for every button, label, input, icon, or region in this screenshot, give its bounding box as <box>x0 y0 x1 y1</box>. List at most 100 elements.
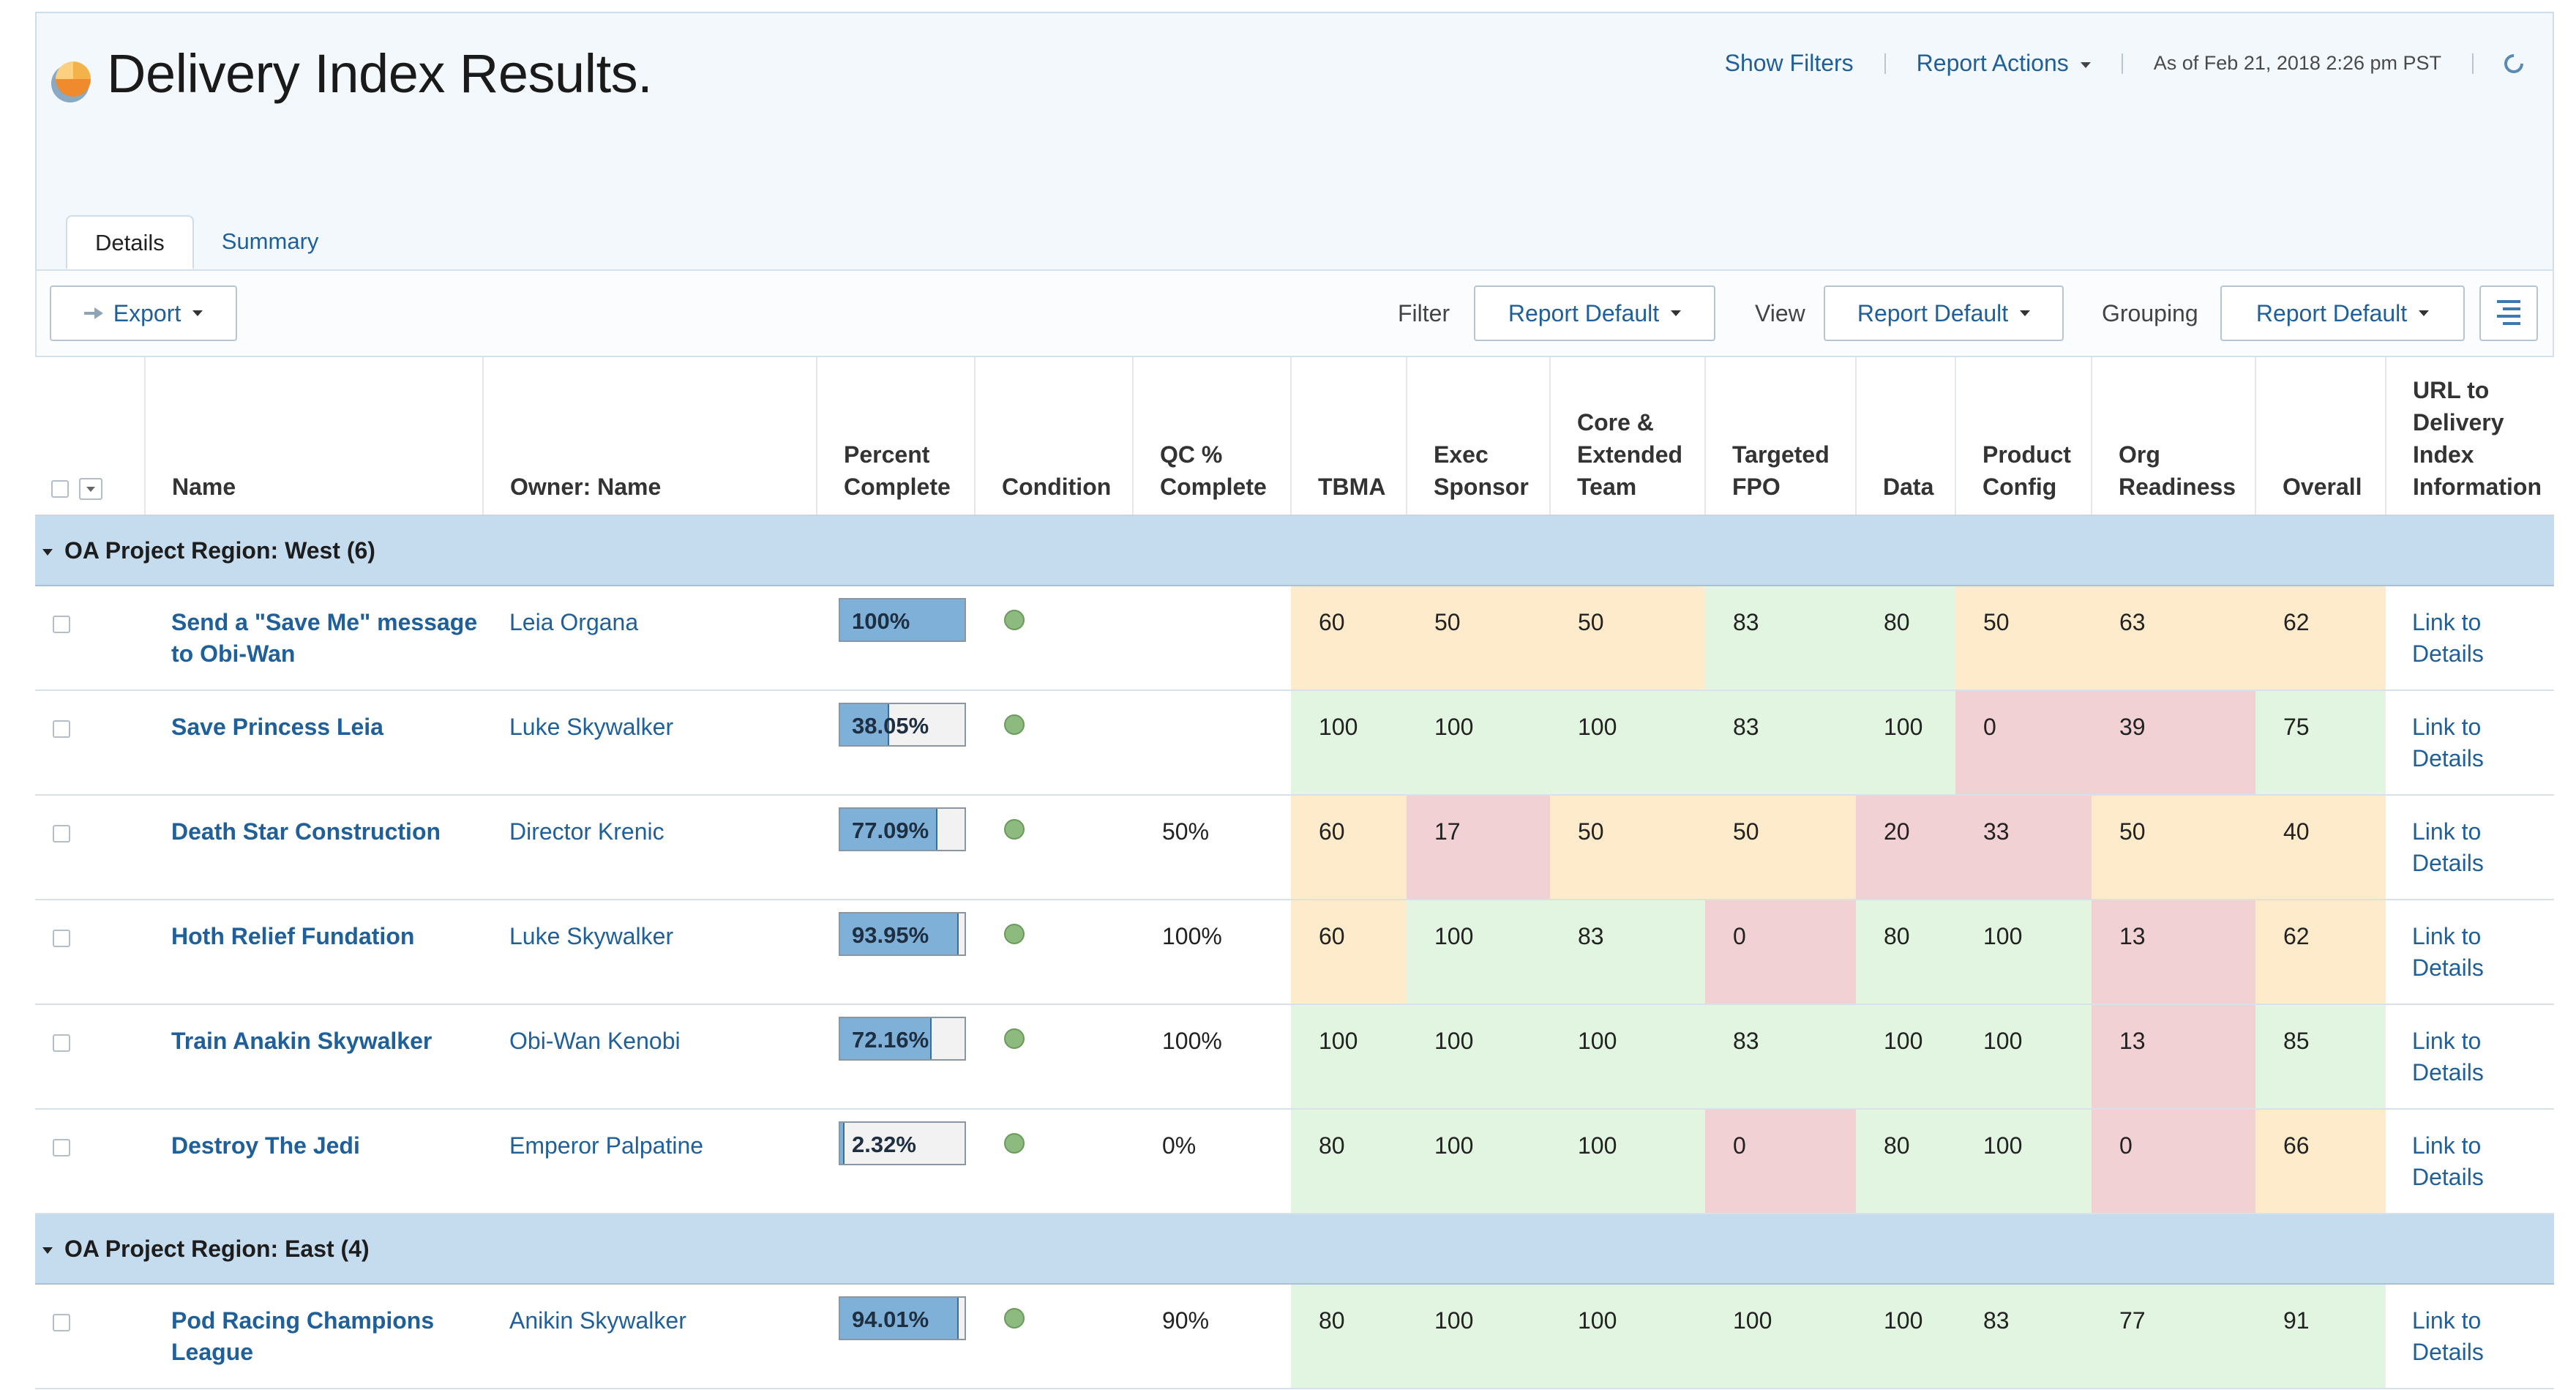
score-value: 50 <box>1434 609 1461 635</box>
col-header-core-team[interactable]: Core & Extended Team <box>1549 357 1705 516</box>
score-value: 80 <box>1319 1307 1345 1334</box>
score-value: 100 <box>1578 714 1617 740</box>
collapse-toggle-icon[interactable] <box>42 1247 53 1254</box>
grouping-select[interactable]: Report Default <box>2220 285 2465 341</box>
col-header-org-readiness[interactable]: Org Readiness <box>2091 357 2255 516</box>
project-name-link[interactable]: Pod Racing Champions League <box>171 1307 434 1365</box>
report-actions-menu[interactable]: Report Actions <box>1917 50 2091 77</box>
score-value: 100 <box>1434 1132 1474 1159</box>
table-row[interactable]: Destroy The Jedi Emperor Palpatine 2.32% 0%… <box>35 1109 2554 1214</box>
percent-cell: 100% <box>817 586 975 691</box>
row-checkbox[interactable] <box>53 1034 70 1052</box>
details-link[interactable]: Link to Details <box>2412 923 2484 981</box>
score-cell-product: 83 <box>1955 1284 2092 1389</box>
title-area: Delivery Index Results. <box>51 42 653 105</box>
chevron-down-icon <box>192 310 203 316</box>
col-header-owner[interactable]: Owner: Name <box>482 357 817 516</box>
score-value: 0 <box>1733 1132 1746 1159</box>
score-value: 100 <box>1434 1307 1474 1334</box>
row-checkbox[interactable] <box>53 615 70 633</box>
details-link[interactable]: Link to Details <box>2412 1028 2484 1086</box>
project-name-link[interactable]: Death Star Construction <box>171 818 441 845</box>
col-header-overall[interactable]: Overall <box>2255 357 2386 516</box>
select-all-checkbox[interactable] <box>51 479 69 498</box>
project-name-link[interactable]: Train Anakin Skywalker <box>171 1028 432 1054</box>
score-cell-data: 80 <box>1856 1109 1955 1214</box>
group-header-cell[interactable]: OA Project Region: West (6) <box>35 515 2554 586</box>
tab-details[interactable]: Details <box>66 215 194 269</box>
details-link[interactable]: Link to Details <box>2412 609 2484 667</box>
select-cell <box>35 1109 145 1214</box>
table-row[interactable]: Train Anakin Skywalker Obi-Wan Kenobi 72.1… <box>35 1004 2554 1110</box>
row-checkbox[interactable] <box>53 824 70 842</box>
row-checkbox[interactable] <box>53 1313 70 1331</box>
owner-link[interactable]: Anikin Skywalker <box>509 1307 686 1334</box>
score-cell-overall: 75 <box>2255 690 2386 796</box>
url-cell: Link to Details <box>2386 900 2554 1005</box>
score-value: 39 <box>2119 714 2146 740</box>
show-filters-link[interactable]: Show Filters <box>1725 50 1854 77</box>
url-cell: Link to Details <box>2386 586 2554 691</box>
col-header-product-config[interactable]: Product Config <box>1955 357 2092 516</box>
name-cell: Save Princess Leia <box>145 690 483 796</box>
project-name-link[interactable]: Hoth Relief Fundation <box>171 923 414 949</box>
score-cell-core: 100 <box>1550 690 1705 796</box>
divider <box>2472 53 2474 74</box>
collapse-toggle-icon[interactable] <box>42 548 53 556</box>
group-header-row[interactable]: OA Project Region: East (4) <box>35 1213 2554 1285</box>
col-header-name[interactable]: Name <box>144 357 483 516</box>
score-cell-tbma: 60 <box>1291 795 1407 900</box>
qc-cell <box>1133 690 1291 796</box>
col-header-percent-complete[interactable]: Percent Complete <box>816 357 975 516</box>
col-header-condition[interactable]: Condition <box>974 357 1133 516</box>
export-arrow-icon <box>83 307 103 319</box>
view-select[interactable]: Report Default <box>1824 285 2064 341</box>
col-header-qc-complete[interactable]: QC % Complete <box>1132 357 1291 516</box>
owner-link[interactable]: Luke Skywalker <box>509 923 673 949</box>
select-menu-button[interactable] <box>79 477 102 500</box>
qc-value: 50% <box>1162 818 1210 845</box>
table-row[interactable]: Save Princess Leia Luke Skywalker 38.05% 10… <box>35 690 2554 796</box>
score-cell-overall: 62 <box>2255 586 2386 691</box>
details-link[interactable]: Link to Details <box>2412 818 2484 876</box>
row-checkbox[interactable] <box>53 720 70 738</box>
owner-link[interactable]: Obi-Wan Kenobi <box>509 1028 681 1054</box>
project-name-link[interactable]: Destroy The Jedi <box>171 1132 360 1159</box>
refresh-icon[interactable] <box>2500 50 2528 77</box>
score-value: 83 <box>1983 1307 2010 1334</box>
details-link[interactable]: Link to Details <box>2412 1307 2484 1365</box>
table-row[interactable]: Death Star Construction Director Krenic 77… <box>35 795 2554 900</box>
score-value: 100 <box>1434 714 1474 740</box>
score-value: 0 <box>1733 923 1746 949</box>
export-button[interactable]: Export <box>50 285 237 341</box>
qc-cell: 50% <box>1133 795 1291 900</box>
table-row[interactable]: Pod Racing Champions League Anikin Skywal… <box>35 1284 2554 1389</box>
project-name-link[interactable]: Send a "Save Me" message to Obi-Wan <box>171 609 477 667</box>
column-settings-button[interactable] <box>2479 285 2538 341</box>
col-header-targeted-fpo[interactable]: Targeted FPO <box>1704 357 1856 516</box>
row-checkbox[interactable] <box>53 929 70 947</box>
group-header-row[interactable]: OA Project Region: West (6) <box>35 515 2554 586</box>
owner-link[interactable]: Luke Skywalker <box>509 714 673 740</box>
owner-link[interactable]: Emperor Palpatine <box>509 1132 703 1159</box>
percent-value: 72.16% <box>852 1027 929 1053</box>
owner-link[interactable]: Leia Organa <box>509 609 638 635</box>
table-body: OA Project Region: West (6) Send a "Save … <box>35 515 2554 1389</box>
owner-link[interactable]: Director Krenic <box>509 818 664 845</box>
filter-select[interactable]: Report Default <box>1474 285 1715 341</box>
score-cell-exec: 100 <box>1407 1284 1550 1389</box>
details-link[interactable]: Link to Details <box>2412 1132 2484 1190</box>
col-header-data[interactable]: Data <box>1855 357 1955 516</box>
col-header-url[interactable]: URL to Delivery Index Information <box>2385 357 2554 516</box>
project-name-link[interactable]: Save Princess Leia <box>171 714 383 740</box>
score-cell-product: 100 <box>1955 900 2092 1005</box>
group-header-cell[interactable]: OA Project Region: East (4) <box>35 1213 2554 1285</box>
details-link[interactable]: Link to Details <box>2412 714 2484 771</box>
row-checkbox[interactable] <box>53 1138 70 1157</box>
col-header-exec-sponsor[interactable]: Exec Sponsor <box>1406 357 1550 516</box>
tab-summary[interactable]: Summary <box>194 215 347 269</box>
table-row[interactable]: Send a "Save Me" message to Obi-Wan Leia … <box>35 586 2554 691</box>
table-row[interactable]: Hoth Relief Fundation Luke Skywalker 93.95… <box>35 900 2554 1005</box>
col-header-tbma[interactable]: TBMA <box>1290 357 1407 516</box>
qc-cell: 90% <box>1133 1284 1291 1389</box>
